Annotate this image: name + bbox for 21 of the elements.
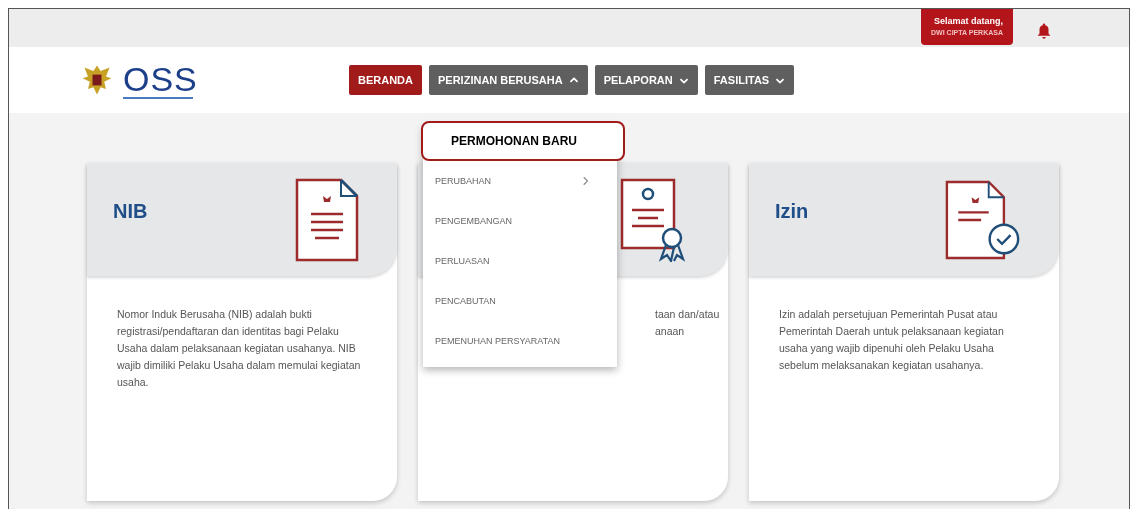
caret-icon — [568, 75, 579, 85]
card-description: Izin adalah persetujuan Pemerintah Pusat atau Pemerintah Daerah untuk pelaksanaan kegiatan usaha yang wajib dipenuhi oleh Pelaku Usaha sebelum melaksanakan kegiatan usahanya. — [779, 307, 1005, 373]
menu-item[interactable]: PERUBAHAN — [423, 161, 617, 201]
logo-text: OSS — [123, 61, 198, 96]
nav-button[interactable]: PERIZINAN BERUSAHA — [429, 65, 588, 95]
chevron-right-icon — [583, 176, 589, 186]
card-description: taan dan/atau — [655, 307, 721, 322]
menu-item[interactable]: PEMENUHAN PERSYARATAN — [423, 321, 617, 361]
menu-item[interactable]: PENGEMBANGAN — [423, 201, 617, 241]
notification-bell-icon[interactable] — [1037, 23, 1051, 39]
nav-button[interactable]: PELAPORAN — [594, 65, 698, 95]
menu-item[interactable]: PERMOHONAN BARU — [421, 121, 625, 161]
menu-item[interactable]: PENCABUTAN — [423, 281, 617, 321]
document-icon — [295, 177, 359, 262]
nav-button[interactable]: BERANDA — [349, 65, 422, 95]
card-title: Izin — [775, 200, 809, 223]
card-description: anaan — [655, 324, 686, 339]
card-description: Nomor Induk Berusaha (NIB) adalah bukti registrasi/pendaftaran dan identitas bagi Pelaku Usaha dalam pelaksanaan kegiatan usahanya. NIB wajib dimiliki Pelaku Usaha dalam memulai kegiatan usaha. — [117, 307, 362, 390]
nav-button[interactable]: FASILITAS — [704, 65, 795, 95]
card-title: NIB — [113, 200, 148, 223]
menu-item[interactable]: PERLUASAN — [423, 241, 617, 281]
